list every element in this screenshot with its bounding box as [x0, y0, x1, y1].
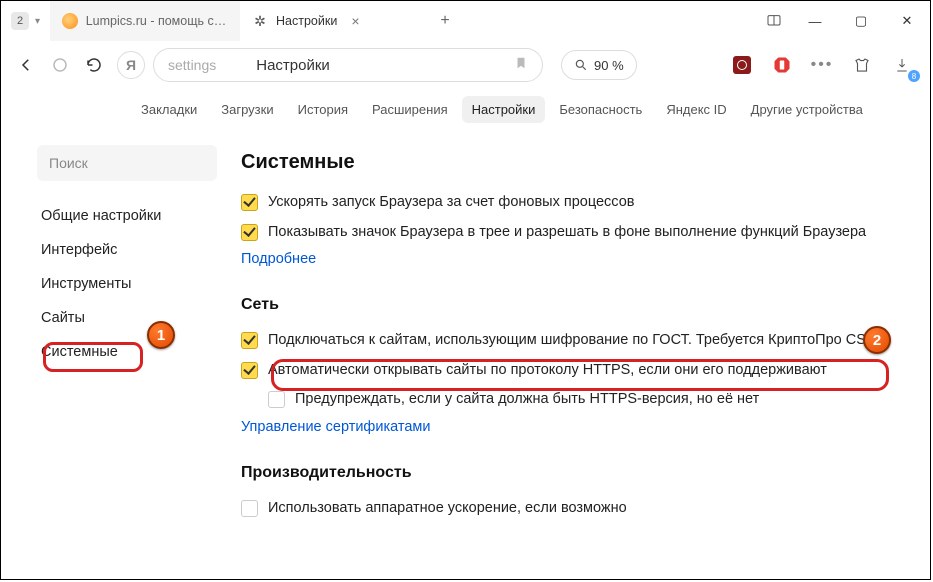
window-maximize-button[interactable]: ▢ [838, 1, 884, 41]
nav-downloads[interactable]: Загрузки [211, 96, 283, 123]
search-placeholder: Поиск [49, 155, 88, 171]
option-label: Показывать значок Браузера в трее и разр… [268, 223, 866, 243]
tab-label: Настройки [276, 14, 337, 28]
checkbox-checked-icon[interactable] [241, 224, 258, 241]
section-title-network: Сеть [241, 296, 900, 314]
link-more[interactable]: Подробнее [241, 247, 316, 267]
option-hw-accel[interactable]: Использовать аппаратное ускорение, если … [241, 494, 900, 524]
nav-security[interactable]: Безопасность [549, 96, 652, 123]
annotation-marker-1: 1 [147, 321, 175, 349]
bookmark-outline-icon[interactable] [756, 1, 792, 41]
sidebar-item-sites[interactable]: Сайты [37, 301, 231, 335]
window-minimize-button[interactable]: — [792, 1, 838, 41]
url-page-title: Настройки [226, 57, 330, 74]
tab-count-badge: 2 [11, 12, 29, 30]
checkbox-checked-icon[interactable] [241, 362, 258, 379]
option-speedup-launch[interactable]: Ускорять запуск Браузера за счет фоновых… [241, 188, 900, 218]
chevron-down-icon: ▾ [35, 16, 40, 27]
option-label: Предупреждать, если у сайта должна быть … [295, 390, 759, 410]
back-button[interactable] [11, 50, 41, 80]
new-tab-button[interactable]: + [430, 1, 460, 41]
checkbox-unchecked-icon[interactable] [268, 391, 285, 408]
close-tab-icon[interactable]: × [345, 13, 359, 29]
nav-extensions[interactable]: Расширения [362, 96, 458, 123]
zoom-indicator[interactable]: 90 % [561, 50, 637, 80]
settings-main: Системные Ускорять запуск Браузера за сч… [231, 129, 930, 579]
tab-settings[interactable]: ✲ Настройки × [240, 1, 430, 41]
nav-bookmarks[interactable]: Закладки [131, 96, 207, 123]
tab-label: Lumpics.ru - помощь с ко [86, 14, 227, 28]
window-close-button[interactable]: ✕ [884, 1, 930, 41]
section-title-performance: Производительность [241, 464, 900, 482]
magnifier-icon [574, 58, 588, 72]
address-toolbar: Я settings Настройки 90 % ••• 8 [1, 41, 930, 89]
annotation-marker-2: 2 [863, 326, 891, 354]
option-label: Использовать аппаратное ускорение, если … [268, 499, 627, 519]
link-cert-management[interactable]: Управление сертификатами [241, 415, 430, 435]
nav-other-devices[interactable]: Другие устройства [741, 96, 873, 123]
more-extensions-button[interactable]: ••• [807, 50, 837, 80]
yandex-logo-icon[interactable]: Я [117, 51, 145, 79]
address-bar[interactable]: settings Настройки [153, 48, 543, 82]
window-titlebar: 2 ▾ Lumpics.ru - помощь с ко ✲ Настройки… [1, 1, 930, 41]
reload-button[interactable] [79, 50, 109, 80]
extensions-icon[interactable] [847, 50, 877, 80]
tab-lumpics[interactable]: Lumpics.ru - помощь с ко [50, 1, 240, 41]
option-label: Ускорять запуск Браузера за счет фоновых… [268, 193, 634, 213]
nav-yandex-id[interactable]: Яндекс ID [656, 96, 736, 123]
option-gost-encryption[interactable]: Подключаться к сайтам, использующим шифр… [241, 326, 900, 356]
sidebar-item-tools[interactable]: Инструменты [37, 267, 231, 301]
favicon-orange-icon [62, 13, 78, 29]
sidebar-item-interface[interactable]: Интерфейс [37, 233, 231, 267]
option-tray-icon[interactable]: Показывать значок Браузера в трее и разр… [241, 218, 900, 248]
checkbox-unchecked-icon[interactable] [241, 500, 258, 517]
bookmark-icon[interactable] [514, 55, 528, 76]
zoom-value: 90 % [594, 58, 624, 73]
ublock-icon[interactable] [727, 50, 757, 80]
gear-icon: ✲ [252, 13, 268, 29]
annotation-highlight-1 [43, 342, 143, 372]
downloads-badge: 8 [908, 70, 920, 82]
nav-history[interactable]: История [288, 96, 358, 123]
settings-top-nav: Закладки Загрузки История Расширения Нас… [1, 89, 930, 129]
forward-button[interactable] [45, 50, 75, 80]
checkbox-checked-icon[interactable] [241, 194, 258, 211]
tab-counter[interactable]: 2 ▾ [1, 1, 50, 41]
checkbox-checked-icon[interactable] [241, 332, 258, 349]
url-protocol: settings [168, 57, 216, 73]
adblock-icon[interactable] [767, 50, 797, 80]
settings-search-input[interactable]: Поиск [37, 145, 217, 181]
annotation-highlight-2 [271, 359, 889, 391]
downloads-button[interactable]: 8 [887, 50, 917, 80]
nav-settings[interactable]: Настройки [462, 96, 546, 123]
option-label: Подключаться к сайтам, использующим шифр… [268, 331, 878, 351]
sidebar-item-general[interactable]: Общие настройки [37, 199, 231, 233]
section-title-system: Системные [241, 151, 900, 174]
